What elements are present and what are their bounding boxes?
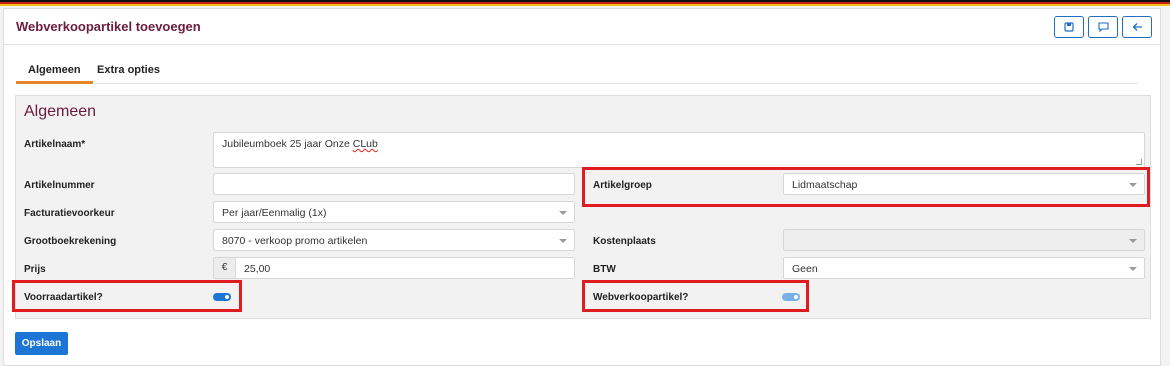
- prijs-label: Prijs: [24, 264, 46, 275]
- panel-title: Algemeen: [24, 103, 97, 120]
- comment-icon-button[interactable]: [1088, 16, 1118, 38]
- kostenplaats-select[interactable]: [783, 229, 1145, 251]
- facturatievoorkeur-select[interactable]: Per jaar/Eenmalig (1x): [213, 201, 575, 223]
- prijs-value: 25,00: [244, 263, 271, 275]
- grootboekrekening-label: Grootboekrekening: [24, 236, 117, 247]
- artikelnaam-value: Jubileumboek 25 jaar Onze: [222, 138, 353, 150]
- page-header: Webverkoopartikel toevoegen: [4, 9, 1160, 45]
- chevron-down-icon: [1129, 267, 1137, 271]
- grootboekrekening-select[interactable]: 8070 - verkoop promo artikelen: [213, 229, 575, 251]
- prijs-input[interactable]: € 25,00: [213, 257, 575, 279]
- chevron-down-icon: [559, 211, 567, 215]
- artikelnummer-input[interactable]: [213, 173, 575, 195]
- chevron-down-icon: [559, 239, 567, 243]
- tab-bar: Algemeen Extra opties: [16, 64, 1138, 84]
- tab-algemeen[interactable]: Algemeen: [16, 64, 93, 84]
- btw-label: BTW: [593, 264, 616, 275]
- grootboekrekening-value: 8070 - verkoop promo artikelen: [222, 235, 368, 247]
- comment-icon: [1097, 22, 1109, 32]
- artikelnummer-label: Artikelnummer: [24, 180, 95, 191]
- btw-value: Geen: [792, 263, 818, 275]
- artikelnaam-value-misspelled: CLub: [352, 138, 378, 150]
- opslaan-button[interactable]: Opslaan: [15, 332, 68, 355]
- back-button[interactable]: [1122, 16, 1152, 38]
- highlight-voorraadartikel: [12, 280, 242, 312]
- btw-select[interactable]: Geen: [783, 257, 1145, 279]
- arrow-left-icon: [1132, 23, 1142, 31]
- resize-handle[interactable]: [1136, 159, 1142, 165]
- tab-extra-opties[interactable]: Extra opties: [97, 64, 160, 76]
- kostenplaats-label: Kostenplaats: [593, 236, 656, 247]
- save-icon: [1064, 22, 1074, 32]
- highlight-webverkoopartikel: [582, 280, 809, 312]
- facturatievoorkeur-label: Facturatievoorkeur: [24, 208, 115, 219]
- currency-addon: €: [214, 258, 236, 278]
- flag-stripe: [0, 0, 1170, 6]
- artikelnaam-label: Artikelnaam*: [24, 139, 86, 150]
- artikelnaam-textarea[interactable]: Jubileumboek 25 jaar Onze CLub: [213, 132, 1145, 168]
- save-icon-button[interactable]: [1054, 16, 1084, 38]
- chevron-down-icon: [1129, 239, 1137, 243]
- page-title: Webverkoopartikel toevoegen: [16, 19, 201, 34]
- highlight-artikelgroep: [582, 167, 1150, 207]
- facturatievoorkeur-value: Per jaar/Eenmalig (1x): [222, 207, 327, 219]
